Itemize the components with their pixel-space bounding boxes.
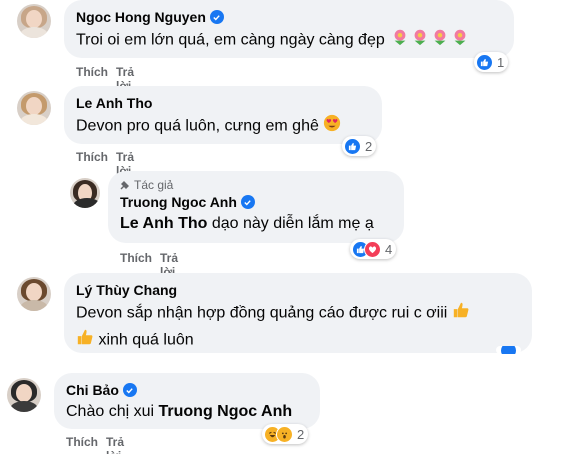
comment-bubble: Tác giả Truong Ngoc Anh Le Anh Tho dạo n… xyxy=(108,171,404,243)
comment-bubble: Ngoc Hong Nguyen Troi oi em lớn quá, em … xyxy=(64,0,514,58)
like-button[interactable]: Thích xyxy=(76,150,108,178)
avatar[interactable] xyxy=(17,4,51,38)
heart-eyes-emoji-icon xyxy=(323,114,341,139)
comment-text: Devon pro quá luôn, cưng em ghê xyxy=(76,117,319,135)
mention-link[interactable]: Truong Ngoc Anh xyxy=(159,403,293,420)
mention-link[interactable]: Le Anh Tho xyxy=(120,215,207,232)
avatar[interactable] xyxy=(17,277,51,311)
mic-icon xyxy=(120,181,129,190)
avatar[interactable] xyxy=(70,178,100,208)
comment-text: dạo này diễn lắm mẹ ạ xyxy=(211,215,374,232)
comment-text-line1: Devon sắp nhận hợp đồng quảng cáo được r… xyxy=(76,304,448,322)
comment-text: Troi oi em lớn quá, em càng ngày càng đẹ… xyxy=(76,31,385,49)
thumbs-up-emoji-icon xyxy=(452,301,470,326)
reaction-count: 2 xyxy=(365,138,373,154)
like-reaction-icon xyxy=(500,346,517,354)
reaction-summary[interactable] xyxy=(496,346,521,354)
reaction-count: 4 xyxy=(385,241,393,257)
commenter-name[interactable]: Ngoc Hong Nguyen xyxy=(76,8,206,26)
reaction-summary[interactable]: 4 xyxy=(350,239,397,259)
thumbs-up-emoji-icon xyxy=(76,328,94,353)
reaction-summary[interactable]: 1 xyxy=(474,52,509,72)
comment-actions: Thích Trả lời xyxy=(66,435,124,454)
commenter-name[interactable]: Chi Bảo xyxy=(66,381,119,399)
comment-bubble: Lý Thùy Chang Devon sắp nhận hợp đồng qu… xyxy=(64,273,532,353)
flower-emoji-icon xyxy=(389,28,469,53)
comment-bubble: Le Anh Tho Devon pro quá luôn, cưng em g… xyxy=(64,86,382,144)
reply-button[interactable]: Trả lời xyxy=(106,435,124,454)
reaction-count: 1 xyxy=(497,54,505,70)
wow-reaction-icon xyxy=(276,425,293,443)
reaction-summary[interactable]: 2 xyxy=(342,136,377,156)
like-button[interactable]: Thích xyxy=(66,435,98,454)
verified-badge-icon xyxy=(240,195,255,209)
avatar[interactable] xyxy=(7,378,41,412)
like-reaction-icon xyxy=(344,137,361,155)
commenter-name[interactable]: Le Anh Tho xyxy=(76,94,152,112)
author-tag: Tác giả xyxy=(120,178,392,192)
commenter-name[interactable]: Truong Ngoc Anh xyxy=(120,193,237,211)
comment-text-line2: xinh quá luôn xyxy=(98,331,194,349)
comment-bubble: Chi Bảo Chào chị xui Truong Ngoc Anh xyxy=(54,373,320,429)
reaction-count: 2 xyxy=(297,426,305,442)
commenter-name[interactable]: Lý Thùy Chang xyxy=(76,281,177,299)
reaction-summary[interactable]: 2 xyxy=(262,424,309,444)
verified-badge-icon xyxy=(122,383,137,397)
avatar[interactable] xyxy=(17,91,51,125)
love-reaction-icon xyxy=(364,240,381,258)
author-tag-label: Tác giả xyxy=(134,178,174,192)
verified-badge-icon xyxy=(209,10,224,24)
like-reaction-icon xyxy=(476,53,493,71)
comment-text: Chào chị xui xyxy=(66,403,155,420)
